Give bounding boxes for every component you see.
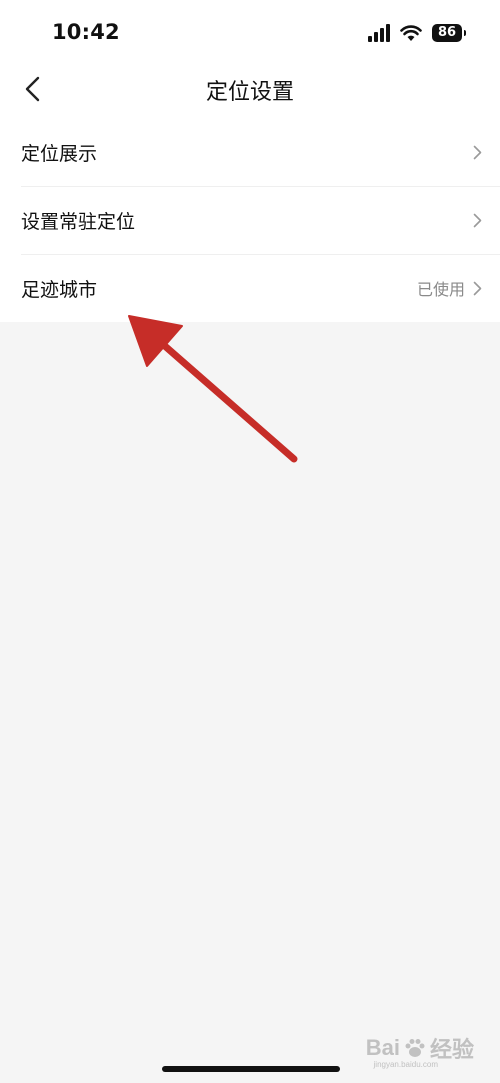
- wifi-icon: [400, 25, 422, 41]
- chevron-right-icon: [473, 145, 482, 159]
- settings-list: 定位展示 设置常驻定位 足迹城市 已使用: [0, 118, 500, 322]
- chevron-right-icon: [473, 213, 482, 227]
- status-bar: 10:42 86: [0, 0, 500, 60]
- settings-item-label: 定位展示: [21, 142, 98, 165]
- watermark-site: jingyan.baidu.com: [373, 1060, 438, 1069]
- settings-item-label: 足迹城市: [21, 278, 98, 301]
- watermark-brand: Bai: [365, 1035, 400, 1060]
- battery-icon: 86: [432, 24, 466, 42]
- page-title: 定位设置: [205, 80, 294, 105]
- settings-item-permanent-location[interactable]: 设置常驻定位: [0, 186, 500, 254]
- status-icons: 86: [368, 22, 466, 44]
- paw-icon: [405, 1039, 425, 1057]
- settings-item-label: 设置常驻定位: [21, 210, 136, 233]
- chevron-right-icon: [473, 281, 482, 295]
- signal-icon: [368, 24, 390, 42]
- home-indicator: [162, 1066, 340, 1072]
- settings-item-footprint-cities[interactable]: 足迹城市 已使用: [0, 254, 500, 322]
- nav-bar: 定位设置: [0, 60, 500, 118]
- settings-item-location-display[interactable]: 定位展示: [0, 118, 500, 186]
- settings-item-value: 已使用: [416, 280, 465, 299]
- status-time: 10:42: [52, 20, 120, 44]
